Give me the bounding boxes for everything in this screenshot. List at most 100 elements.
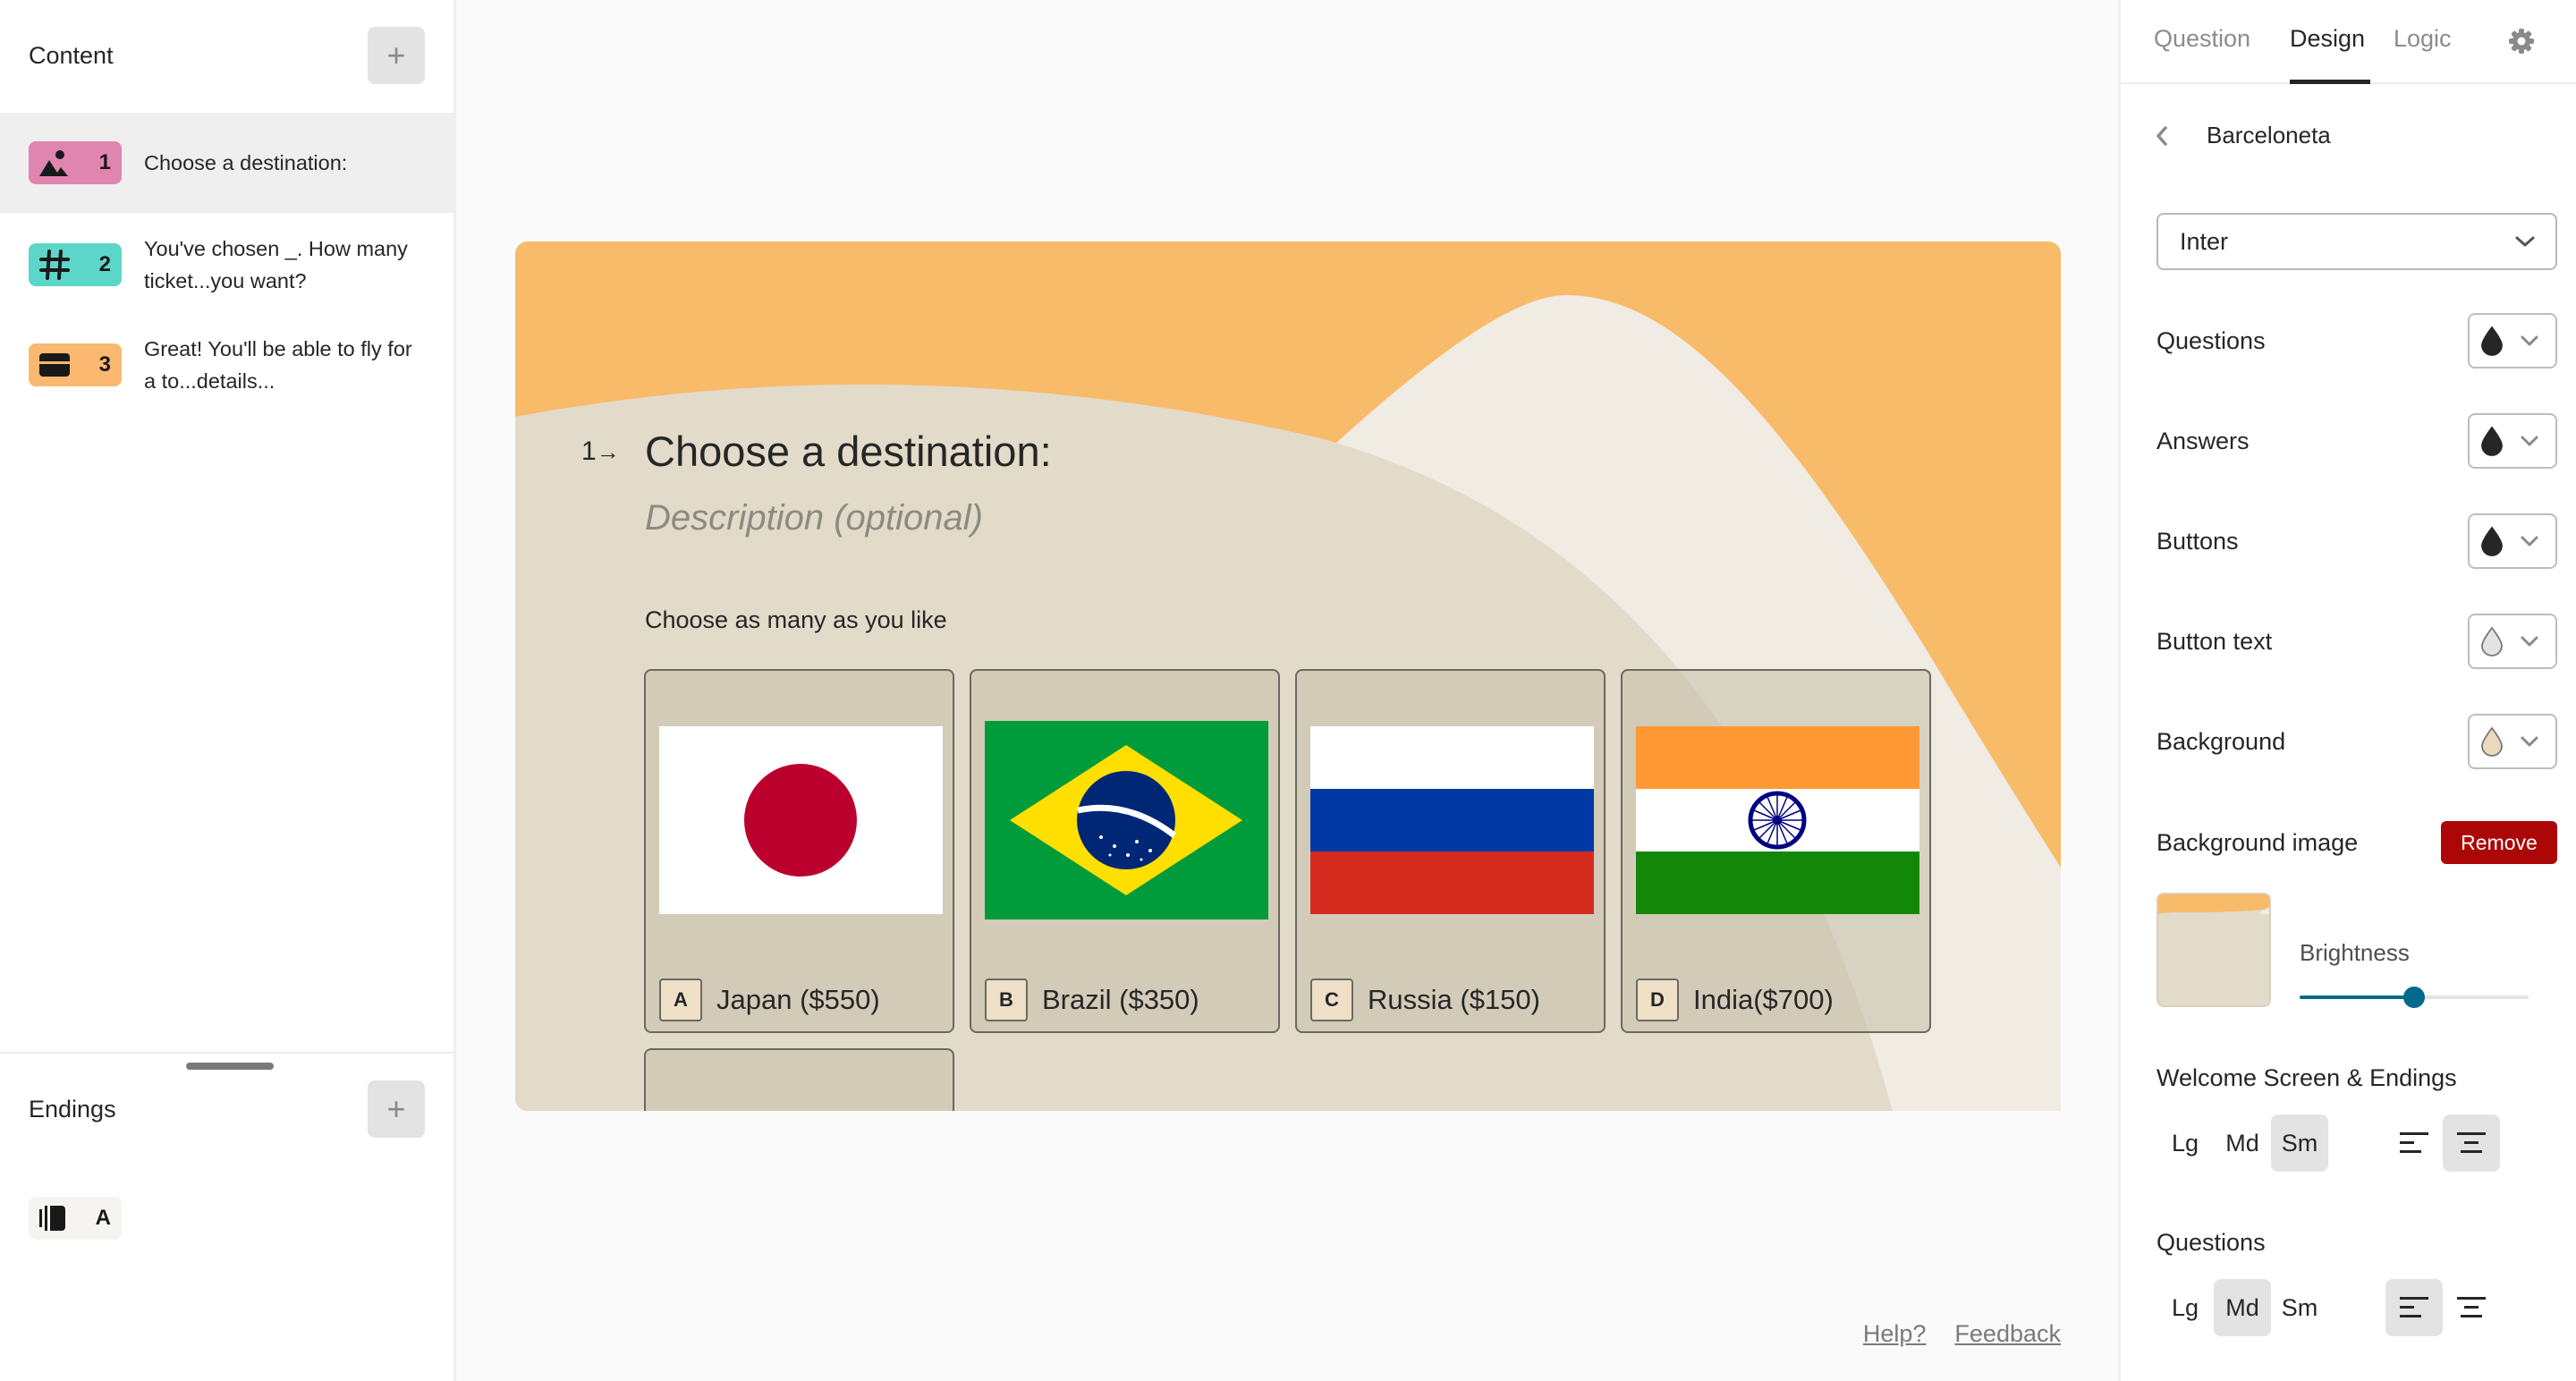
align-center-icon	[2457, 1297, 2486, 1317]
question-text: Choose a destination:	[144, 151, 348, 174]
choice-label: Japan ($550)	[716, 984, 880, 1015]
size-lg[interactable]: Lg	[2157, 1114, 2214, 1172]
payment-card-icon	[39, 353, 70, 377]
background-image-row: Background image Remove	[2157, 821, 2557, 864]
slider-fill	[2300, 996, 2414, 999]
brazil-flag	[985, 721, 1268, 919]
question-title[interactable]: Choose a destination:	[645, 427, 1052, 476]
color-picker-button[interactable]	[2468, 413, 2557, 469]
endings-header: Endings +	[29, 1080, 425, 1138]
question-number: 3	[98, 352, 111, 377]
align-left-icon	[2400, 1297, 2428, 1317]
choice-label: Russia ($150)	[1368, 984, 1540, 1015]
chevron-down-icon	[2521, 436, 2538, 446]
color-drop-icon	[2481, 526, 2503, 556]
color-setting-row: Answers	[2157, 413, 2557, 469]
color-setting-label: Button text	[2157, 627, 2273, 655]
arrow-right-icon: →	[596, 438, 620, 465]
question-type-badge: 3	[29, 343, 122, 386]
color-setting-label: Questions	[2157, 326, 2266, 354]
color-drop-icon	[2481, 726, 2503, 757]
color-picker-button[interactable]	[2468, 714, 2557, 769]
footer-links: Help? Feedback	[1863, 1320, 2061, 1348]
size-lg[interactable]: Lg	[2157, 1279, 2214, 1336]
active-tab-indicator	[2290, 80, 2370, 84]
align-center-button[interactable]	[2443, 1114, 2500, 1172]
ending-screen-icon	[39, 1206, 65, 1231]
help-link[interactable]: Help?	[1863, 1320, 1927, 1348]
question-item-1[interactable]: 1 Choose a destination:	[0, 113, 453, 213]
description-field[interactable]: Description (optional)	[645, 498, 983, 538]
color-setting-label: Buttons	[2157, 527, 2239, 555]
color-picker-button[interactable]	[2468, 614, 2557, 669]
size-sm[interactable]: Sm	[2271, 1279, 2328, 1336]
welcome-endings-title: Welcome Screen & Endings	[2157, 1064, 2457, 1091]
brightness-slider[interactable]	[2300, 984, 2529, 1011]
question-text: Great! You'll be able to fly for a to...…	[144, 337, 412, 393]
choice-key: C	[1310, 979, 1353, 1021]
remove-background-button[interactable]: Remove	[2441, 821, 2557, 864]
content-header: Content +	[29, 27, 425, 84]
background-image-label: Background image	[2157, 828, 2359, 856]
choice-b[interactable]: B Brazil ($350)	[970, 669, 1280, 1033]
chevron-down-icon	[2521, 335, 2538, 346]
tab-design[interactable]: Design	[2290, 25, 2365, 53]
size-md[interactable]: Md	[2214, 1114, 2271, 1172]
theme-header: Barceloneta	[2155, 122, 2331, 149]
india-flag	[1636, 726, 1919, 914]
question-type-badge: 2	[29, 243, 122, 286]
ending-item-a[interactable]: A	[29, 1197, 122, 1240]
number-hash-icon	[39, 250, 70, 280]
japan-flag	[659, 726, 943, 914]
color-setting-row: Button text	[2157, 614, 2557, 669]
chevron-down-icon	[2521, 536, 2538, 546]
choice-c[interactable]: C Russia ($150)	[1295, 669, 1606, 1033]
add-question-button[interactable]: +	[368, 27, 425, 84]
tab-question[interactable]: Question	[2154, 25, 2250, 53]
question-text: You've chosen _. How many ticket...you w…	[144, 237, 408, 292]
choice-key: D	[1636, 979, 1679, 1021]
question-item-2[interactable]: 2 You've chosen _. How many ticket...you…	[0, 231, 453, 299]
question-number: 1	[98, 150, 111, 174]
color-setting-row: Buttons	[2157, 513, 2557, 569]
color-drop-icon	[2481, 626, 2503, 657]
question-type-badge: 1	[29, 141, 122, 184]
add-ending-button[interactable]: +	[368, 1080, 425, 1138]
choice-other[interactable]	[644, 1048, 954, 1111]
content-sidebar: Content + 1 Choose a destination: 2 You'…	[0, 0, 456, 1381]
content-title: Content	[29, 41, 114, 69]
gear-icon[interactable]	[2507, 27, 2536, 55]
choice-d[interactable]: D India($700)	[1621, 669, 1931, 1033]
align-left-button[interactable]	[2385, 1279, 2443, 1336]
choice-a[interactable]: A Japan ($550)	[644, 669, 954, 1033]
background-image-thumbnail[interactable]	[2157, 893, 2271, 1007]
color-drop-icon	[2481, 326, 2503, 356]
tab-logic[interactable]: Logic	[2394, 25, 2452, 53]
size-md[interactable]: Md	[2214, 1279, 2271, 1336]
endings-title: Endings	[29, 1095, 116, 1123]
question-item-3[interactable]: 3 Great! You'll be able to fly for a to.…	[0, 331, 453, 399]
color-picker-button[interactable]	[2468, 513, 2557, 569]
plus-icon: +	[386, 37, 406, 73]
welcome-endings-controls: Lg Md Sm	[2157, 1114, 2500, 1172]
size-sm[interactable]: Sm	[2271, 1114, 2328, 1172]
choice-label-row: B Brazil ($350)	[985, 979, 1199, 1021]
font-select[interactable]: Inter	[2157, 213, 2557, 270]
color-setting-row: Background	[2157, 714, 2557, 769]
align-center-button[interactable]	[2443, 1279, 2500, 1336]
align-left-button[interactable]	[2385, 1114, 2443, 1172]
color-setting-label: Background	[2157, 727, 2286, 755]
resize-handle[interactable]	[186, 1063, 274, 1070]
chevron-down-icon	[2521, 736, 2538, 747]
font-select-value: Inter	[2180, 227, 2229, 255]
chevron-left-icon[interactable]	[2155, 125, 2169, 147]
question-number: 2	[98, 252, 111, 276]
feedback-link[interactable]: Feedback	[1954, 1320, 2061, 1348]
color-setting-row: Questions	[2157, 313, 2557, 369]
choice-key: A	[659, 979, 702, 1021]
color-picker-button[interactable]	[2468, 313, 2557, 369]
choice-hint: Choose as many as you like	[645, 606, 947, 633]
chevron-down-icon	[2515, 236, 2535, 247]
slider-knob[interactable]	[2403, 987, 2425, 1008]
color-setting-label: Answers	[2157, 427, 2250, 454]
